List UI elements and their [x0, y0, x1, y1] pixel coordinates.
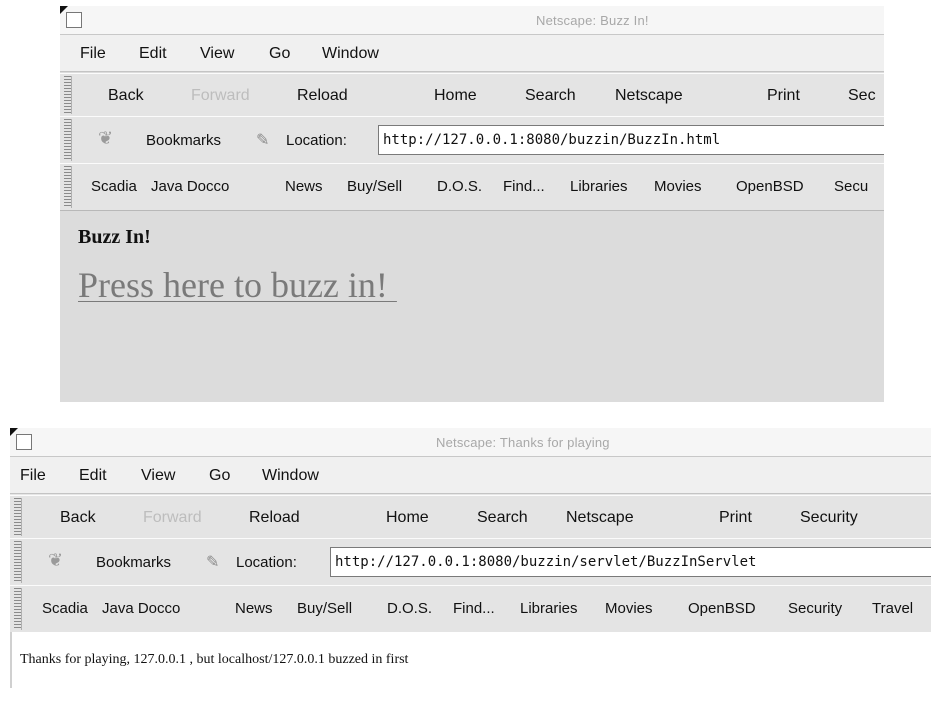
- netscape-button[interactable]: Netscape: [566, 509, 634, 527]
- page-message: Thanks for playing, 127.0.0.1 , but loca…: [20, 652, 409, 667]
- print-button[interactable]: Print: [719, 509, 752, 527]
- location-icon[interactable]: ✎: [256, 130, 269, 150]
- bookmark-buy-sell[interactable]: Buy/Sell: [297, 600, 352, 617]
- bookmarks-icon[interactable]: ❦: [98, 128, 113, 149]
- bookmark-dos[interactable]: D.O.S.: [387, 600, 432, 617]
- bookmark-java-docco[interactable]: Java Docco: [102, 600, 180, 617]
- menu-edit[interactable]: Edit: [139, 45, 167, 63]
- bookmark-find[interactable]: Find...: [453, 600, 495, 617]
- menu-view[interactable]: View: [141, 467, 175, 485]
- bookmark-movies[interactable]: Movies: [654, 178, 702, 195]
- personal-toolbar: Scadia Java Docco News Buy/Sell D.O.S. F…: [10, 585, 931, 633]
- bookmark-libraries[interactable]: Libraries: [570, 178, 628, 195]
- menu-window[interactable]: Window: [262, 467, 319, 485]
- menu-file[interactable]: File: [80, 45, 106, 63]
- menu-file[interactable]: File: [20, 467, 46, 485]
- title-bar[interactable]: Netscape: Buzz In!: [60, 6, 884, 35]
- menu-bar: File Edit View Go Window: [60, 35, 884, 72]
- reload-button[interactable]: Reload: [249, 509, 300, 527]
- forward-button[interactable]: Forward: [191, 87, 250, 105]
- buzz-in-link[interactable]: Press here to buzz in!: [78, 264, 397, 306]
- security-button[interactable]: Sec: [848, 87, 876, 105]
- bookmarks-button[interactable]: Bookmarks: [146, 132, 221, 149]
- personal-toolbar: Scadia Java Docco News Buy/Sell D.O.S. F…: [60, 163, 884, 211]
- bookmark-openbsd[interactable]: OpenBSD: [688, 600, 756, 617]
- toolbar-grip[interactable]: [64, 76, 72, 114]
- bookmark-openbsd[interactable]: OpenBSD: [736, 178, 804, 195]
- window-menu-button[interactable]: [66, 12, 82, 28]
- menu-go[interactable]: Go: [269, 45, 290, 63]
- bookmark-java-docco[interactable]: Java Docco: [151, 178, 229, 195]
- search-button[interactable]: Search: [477, 509, 528, 527]
- navigation-toolbar: Back Forward Reload Home Search Netscape…: [10, 495, 931, 539]
- toolbar-grip[interactable]: [14, 541, 22, 583]
- url-input[interactable]: http://127.0.0.1:8080/buzzin/BuzzIn.html: [378, 125, 884, 155]
- window-title: Netscape: Thanks for playing: [436, 435, 610, 450]
- bookmark-movies[interactable]: Movies: [605, 600, 653, 617]
- menu-view[interactable]: View: [200, 45, 234, 63]
- location-icon[interactable]: ✎: [206, 552, 219, 572]
- reload-button[interactable]: Reload: [297, 87, 348, 105]
- page-content: Thanks for playing, 127.0.0.1 , but loca…: [10, 632, 931, 688]
- bookmark-dos[interactable]: D.O.S.: [437, 178, 482, 195]
- page-heading: Buzz In!: [78, 226, 151, 248]
- url-input[interactable]: http://127.0.0.1:8080/buzzin/servlet/Buz…: [330, 547, 931, 577]
- bookmarks-button[interactable]: Bookmarks: [96, 554, 171, 571]
- toolbar-grip[interactable]: [14, 588, 22, 630]
- home-button[interactable]: Home: [434, 87, 477, 105]
- bookmark-security[interactable]: Secu: [834, 178, 868, 195]
- navigation-toolbar: Back Forward Reload Home Search Netscape…: [60, 73, 884, 117]
- bookmark-security[interactable]: Security: [788, 600, 842, 617]
- bookmarks-icon[interactable]: ❦: [48, 550, 63, 571]
- location-toolbar: ❦ Bookmarks ✎ Location: http://127.0.0.1…: [60, 116, 884, 164]
- window-menu-button[interactable]: [16, 434, 32, 450]
- search-button[interactable]: Search: [525, 87, 576, 105]
- print-button[interactable]: Print: [767, 87, 800, 105]
- forward-button[interactable]: Forward: [143, 509, 202, 527]
- security-button[interactable]: Security: [800, 509, 858, 527]
- location-toolbar: ❦ Bookmarks ✎ Location: http://127.0.0.1…: [10, 538, 931, 586]
- browser-window-thanks-for-playing: Netscape: Thanks for playing File Edit V…: [10, 428, 931, 688]
- bookmark-libraries[interactable]: Libraries: [520, 600, 578, 617]
- back-button[interactable]: Back: [108, 87, 144, 105]
- location-label: Location:: [236, 554, 297, 571]
- back-button[interactable]: Back: [60, 509, 96, 527]
- home-button[interactable]: Home: [386, 509, 429, 527]
- bookmark-scadia[interactable]: Scadia: [42, 600, 88, 617]
- bookmark-news[interactable]: News: [235, 600, 273, 617]
- toolbar-grip[interactable]: [64, 166, 72, 208]
- netscape-button[interactable]: Netscape: [615, 87, 683, 105]
- window-title: Netscape: Buzz In!: [536, 13, 649, 28]
- bookmark-news[interactable]: News: [285, 178, 323, 195]
- menu-window[interactable]: Window: [322, 45, 379, 63]
- location-label: Location:: [286, 132, 347, 149]
- bookmark-travel[interactable]: Travel: [872, 600, 913, 617]
- menu-bar: File Edit View Go Window: [10, 457, 931, 494]
- bookmark-find[interactable]: Find...: [503, 178, 545, 195]
- page-content: Buzz In! Press here to buzz in!: [60, 210, 884, 402]
- toolbar-grip[interactable]: [14, 498, 22, 536]
- browser-window-buzz-in: Netscape: Buzz In! File Edit View Go Win…: [60, 6, 884, 402]
- menu-edit[interactable]: Edit: [79, 467, 107, 485]
- menu-go[interactable]: Go: [209, 467, 230, 485]
- bookmark-scadia[interactable]: Scadia: [91, 178, 137, 195]
- bookmark-buy-sell[interactable]: Buy/Sell: [347, 178, 402, 195]
- toolbar-grip[interactable]: [64, 119, 72, 161]
- title-bar[interactable]: Netscape: Thanks for playing: [10, 428, 931, 457]
